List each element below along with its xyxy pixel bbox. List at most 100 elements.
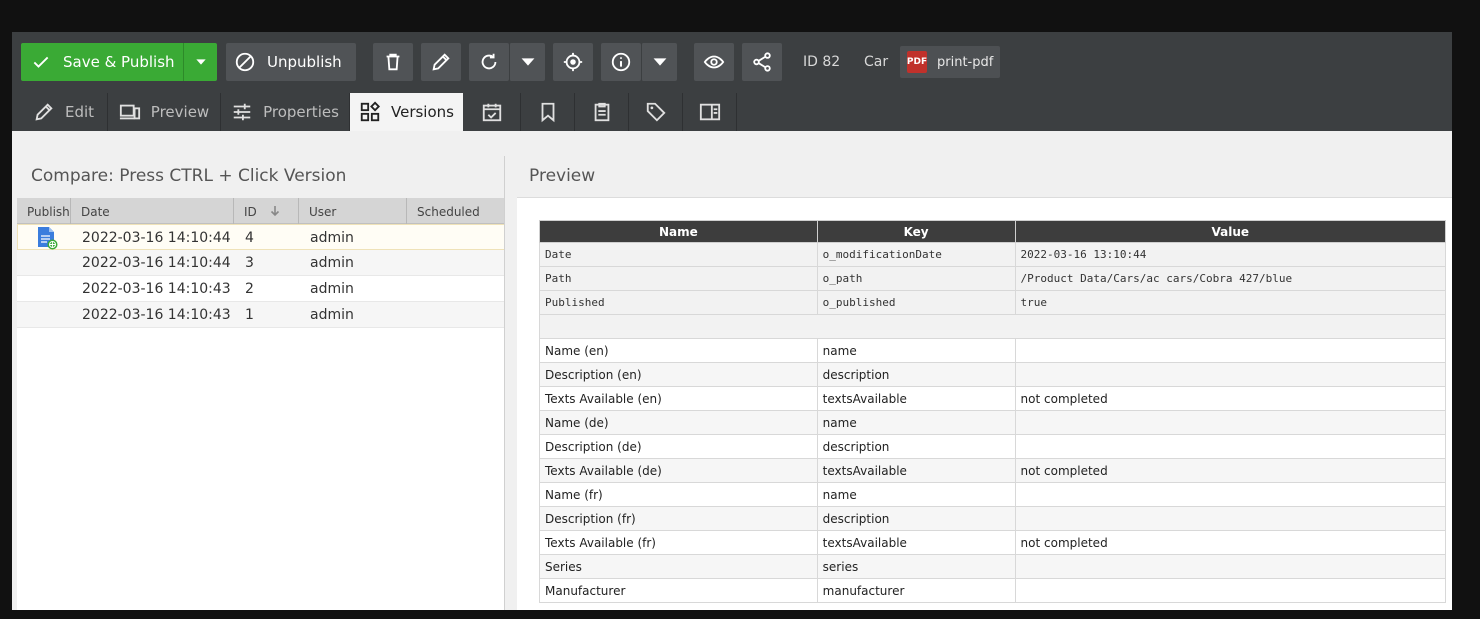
tab-notes[interactable] bbox=[575, 93, 629, 131]
field-name: Name (fr) bbox=[539, 482, 818, 507]
tab-workflow[interactable] bbox=[683, 93, 737, 131]
pdf-icon: PDF bbox=[907, 51, 927, 73]
version-row[interactable]: 2022-03-16 14:10:43 1 admin bbox=[17, 302, 505, 328]
preview-panel-title: Preview bbox=[517, 156, 1452, 198]
column-header-id-label: ID bbox=[244, 205, 257, 219]
check-icon bbox=[33, 56, 49, 68]
version-date: 2022-03-16 14:10:44 bbox=[82, 255, 231, 271]
unpublish-button[interactable]: Unpublish bbox=[226, 43, 356, 81]
version-preview-panel: Preview Name Key Value Date o_modificati… bbox=[517, 156, 1452, 610]
save-publish-button[interactable]: Save & Publish bbox=[21, 43, 183, 81]
column-header-key: Key bbox=[816, 220, 1016, 243]
caret-down-icon bbox=[195, 59, 206, 65]
version-date: 2022-03-16 14:10:43 bbox=[82, 281, 231, 297]
editor-tabbar: Edit Preview Properties Versions bbox=[12, 91, 1452, 131]
field-key: textsAvailable bbox=[816, 458, 1016, 483]
field-name: Description (en) bbox=[539, 362, 818, 387]
field-row: Description (fr) description bbox=[539, 506, 1447, 531]
tab-preview[interactable]: Preview bbox=[108, 93, 221, 131]
info-options-dropdown[interactable] bbox=[641, 43, 677, 81]
tab-schedule[interactable] bbox=[463, 93, 521, 131]
toolbar: Save & Publish Unpublish ID 82 Car PDF p… bbox=[12, 32, 1452, 91]
field-name: Path bbox=[539, 266, 818, 291]
field-value bbox=[1014, 338, 1447, 363]
object-class-label: Car bbox=[864, 54, 889, 70]
version-user: admin bbox=[310, 281, 354, 297]
field-value bbox=[1014, 554, 1447, 579]
tab-tags[interactable] bbox=[629, 93, 683, 131]
panel-splitter[interactable] bbox=[504, 156, 505, 610]
field-name: Name (de) bbox=[539, 410, 818, 435]
object-id-label: ID 82 bbox=[803, 54, 841, 70]
field-value bbox=[1014, 410, 1447, 435]
versions-grid-header: Publish Date ID User Scheduled bbox=[17, 198, 505, 224]
field-row: Description (en) description bbox=[539, 362, 1447, 387]
field-key: description bbox=[816, 362, 1016, 387]
field-value: not completed bbox=[1014, 386, 1447, 411]
field-row: Name (de) name bbox=[539, 410, 1447, 435]
tab-label: Preview bbox=[150, 103, 210, 121]
field-name: Series bbox=[539, 554, 818, 579]
version-id: 4 bbox=[245, 230, 254, 246]
tab-dependencies[interactable] bbox=[521, 93, 575, 131]
column-header-scheduled[interactable]: Scheduled bbox=[407, 198, 505, 224]
field-name: Description (fr) bbox=[539, 506, 818, 531]
locate-in-tree-button[interactable] bbox=[553, 43, 593, 81]
column-header-value: Value bbox=[1014, 220, 1447, 243]
save-options-dropdown[interactable] bbox=[183, 43, 217, 81]
field-value bbox=[1014, 362, 1447, 387]
field-row: Name (fr) name bbox=[539, 482, 1447, 507]
separator-row bbox=[539, 314, 1446, 339]
eye-icon bbox=[703, 55, 725, 69]
calendar-check-icon bbox=[482, 103, 501, 122]
devices-icon bbox=[119, 104, 140, 120]
column-header-date[interactable]: Date bbox=[71, 198, 234, 224]
versions-panel: Compare: Press CTRL + Click Version Publ… bbox=[17, 156, 505, 610]
field-key: o_published bbox=[816, 290, 1016, 315]
save-publish-group: Save & Publish bbox=[21, 43, 217, 81]
share-icon bbox=[753, 52, 771, 72]
version-row[interactable]: 2022-03-16 14:10:44 4 admin bbox=[17, 224, 505, 250]
print-pdf-button[interactable]: PDF print-pdf bbox=[900, 46, 1000, 78]
share-button[interactable] bbox=[742, 43, 782, 81]
caret-down-icon bbox=[653, 58, 666, 66]
field-name: Published bbox=[539, 290, 818, 315]
version-row[interactable]: 2022-03-16 14:10:44 3 admin bbox=[17, 250, 505, 276]
column-header-user[interactable]: User bbox=[299, 198, 407, 224]
field-key: o_path bbox=[816, 266, 1016, 291]
reload-options-dropdown[interactable] bbox=[509, 43, 545, 81]
table-header-row: Name Key Value bbox=[539, 220, 1447, 243]
tab-label: Versions bbox=[391, 103, 454, 121]
field-value bbox=[1014, 434, 1447, 459]
field-row: Texts Available (en) textsAvailable not … bbox=[539, 386, 1447, 411]
reload-button[interactable] bbox=[469, 43, 509, 81]
field-name: Texts Available (fr) bbox=[539, 530, 818, 555]
tab-versions[interactable]: Versions bbox=[350, 93, 463, 131]
delete-button[interactable] bbox=[373, 43, 413, 81]
version-data-table: Name Key Value Date o_modificationDate 2… bbox=[539, 220, 1447, 603]
rename-button[interactable] bbox=[421, 43, 461, 81]
field-key: description bbox=[816, 434, 1016, 459]
field-row: Series series bbox=[539, 554, 1447, 579]
system-field-row: Path o_path /Product Data/Cars/ac cars/C… bbox=[539, 266, 1447, 291]
column-header-id[interactable]: ID bbox=[234, 198, 299, 224]
tab-properties[interactable]: Properties bbox=[221, 93, 350, 131]
version-row[interactable]: 2022-03-16 14:10:43 2 admin bbox=[17, 276, 505, 302]
field-name: Texts Available (de) bbox=[539, 458, 818, 483]
pencil-icon bbox=[432, 53, 450, 71]
tab-edit[interactable]: Edit bbox=[20, 93, 108, 131]
pencil-icon bbox=[35, 103, 53, 121]
field-row: Name (en) name bbox=[539, 338, 1447, 363]
info-button[interactable] bbox=[601, 43, 641, 81]
sort-down-arrow-icon bbox=[270, 206, 279, 217]
published-document-icon bbox=[38, 227, 58, 250]
tag-icon bbox=[646, 102, 666, 122]
column-header-name: Name bbox=[539, 220, 818, 243]
sliders-icon bbox=[233, 103, 251, 121]
column-header-publish[interactable]: Publish bbox=[17, 198, 71, 224]
preview-button[interactable] bbox=[694, 43, 734, 81]
separator-cell bbox=[539, 314, 1446, 339]
field-key: name bbox=[816, 410, 1016, 435]
field-row: Texts Available (fr) textsAvailable not … bbox=[539, 530, 1447, 555]
field-key: textsAvailable bbox=[816, 386, 1016, 411]
